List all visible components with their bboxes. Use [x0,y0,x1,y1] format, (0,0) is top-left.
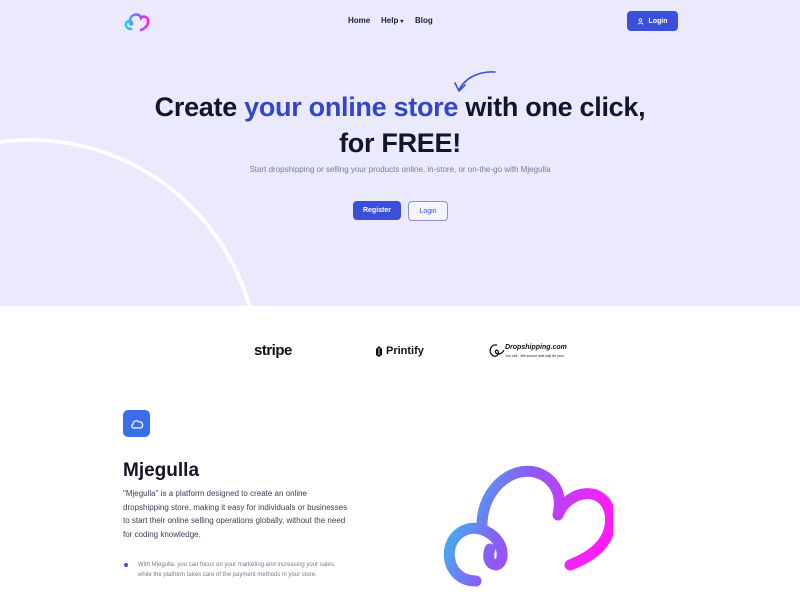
printify-mark-icon [376,345,382,357]
headline-part1: Create [154,92,245,122]
cloud-illustration-icon [443,465,613,587]
main-nav: Home Help ▾ Blog [0,16,800,30]
hero-login-button[interactable]: Login [408,201,448,221]
hero-subtitle: Start dropshipping or selling your produ… [249,165,551,174]
partner-logos: stripe Printify Dropshipping.com You sel… [0,336,800,366]
nav-home[interactable]: Home [348,16,370,25]
printify-logo: Printify [375,345,424,357]
dropshipping-logo: Dropshipping.com You sell - We source an… [487,341,567,363]
nav-help-label: Help [381,16,399,25]
dropshipping-tagline: You sell - We source and ship for you! [505,354,564,358]
register-button[interactable]: Register [353,201,401,220]
about-bullet-text: With Mjegulla, you can focus on your mar… [138,562,336,578]
stripe-logo: stripe [254,342,292,359]
printify-label: Printify [386,345,424,357]
nav-help[interactable]: Help ▾ [381,16,403,25]
hero-headline: Create your online store with one click,… [150,89,650,161]
decorative-arc [0,138,260,306]
cloud-icon [130,420,143,429]
feature-cloud-badge [123,410,150,437]
bullet-dot [124,563,128,567]
user-icon [638,17,644,25]
header-login-button[interactable]: Login [627,11,678,31]
dropshipping-label: Dropshipping.com [505,344,567,351]
dropshipping-mark-icon [489,344,505,357]
about-description: "Mjegulla" is a platform designed to cre… [123,489,348,539]
headline-accent: your online store [244,92,459,122]
about-title: Mjegulla [123,460,200,481]
nav-blog[interactable]: Blog [415,16,433,25]
chevron-down-icon: ▾ [400,19,404,25]
header-login-label: Login [648,17,668,25]
